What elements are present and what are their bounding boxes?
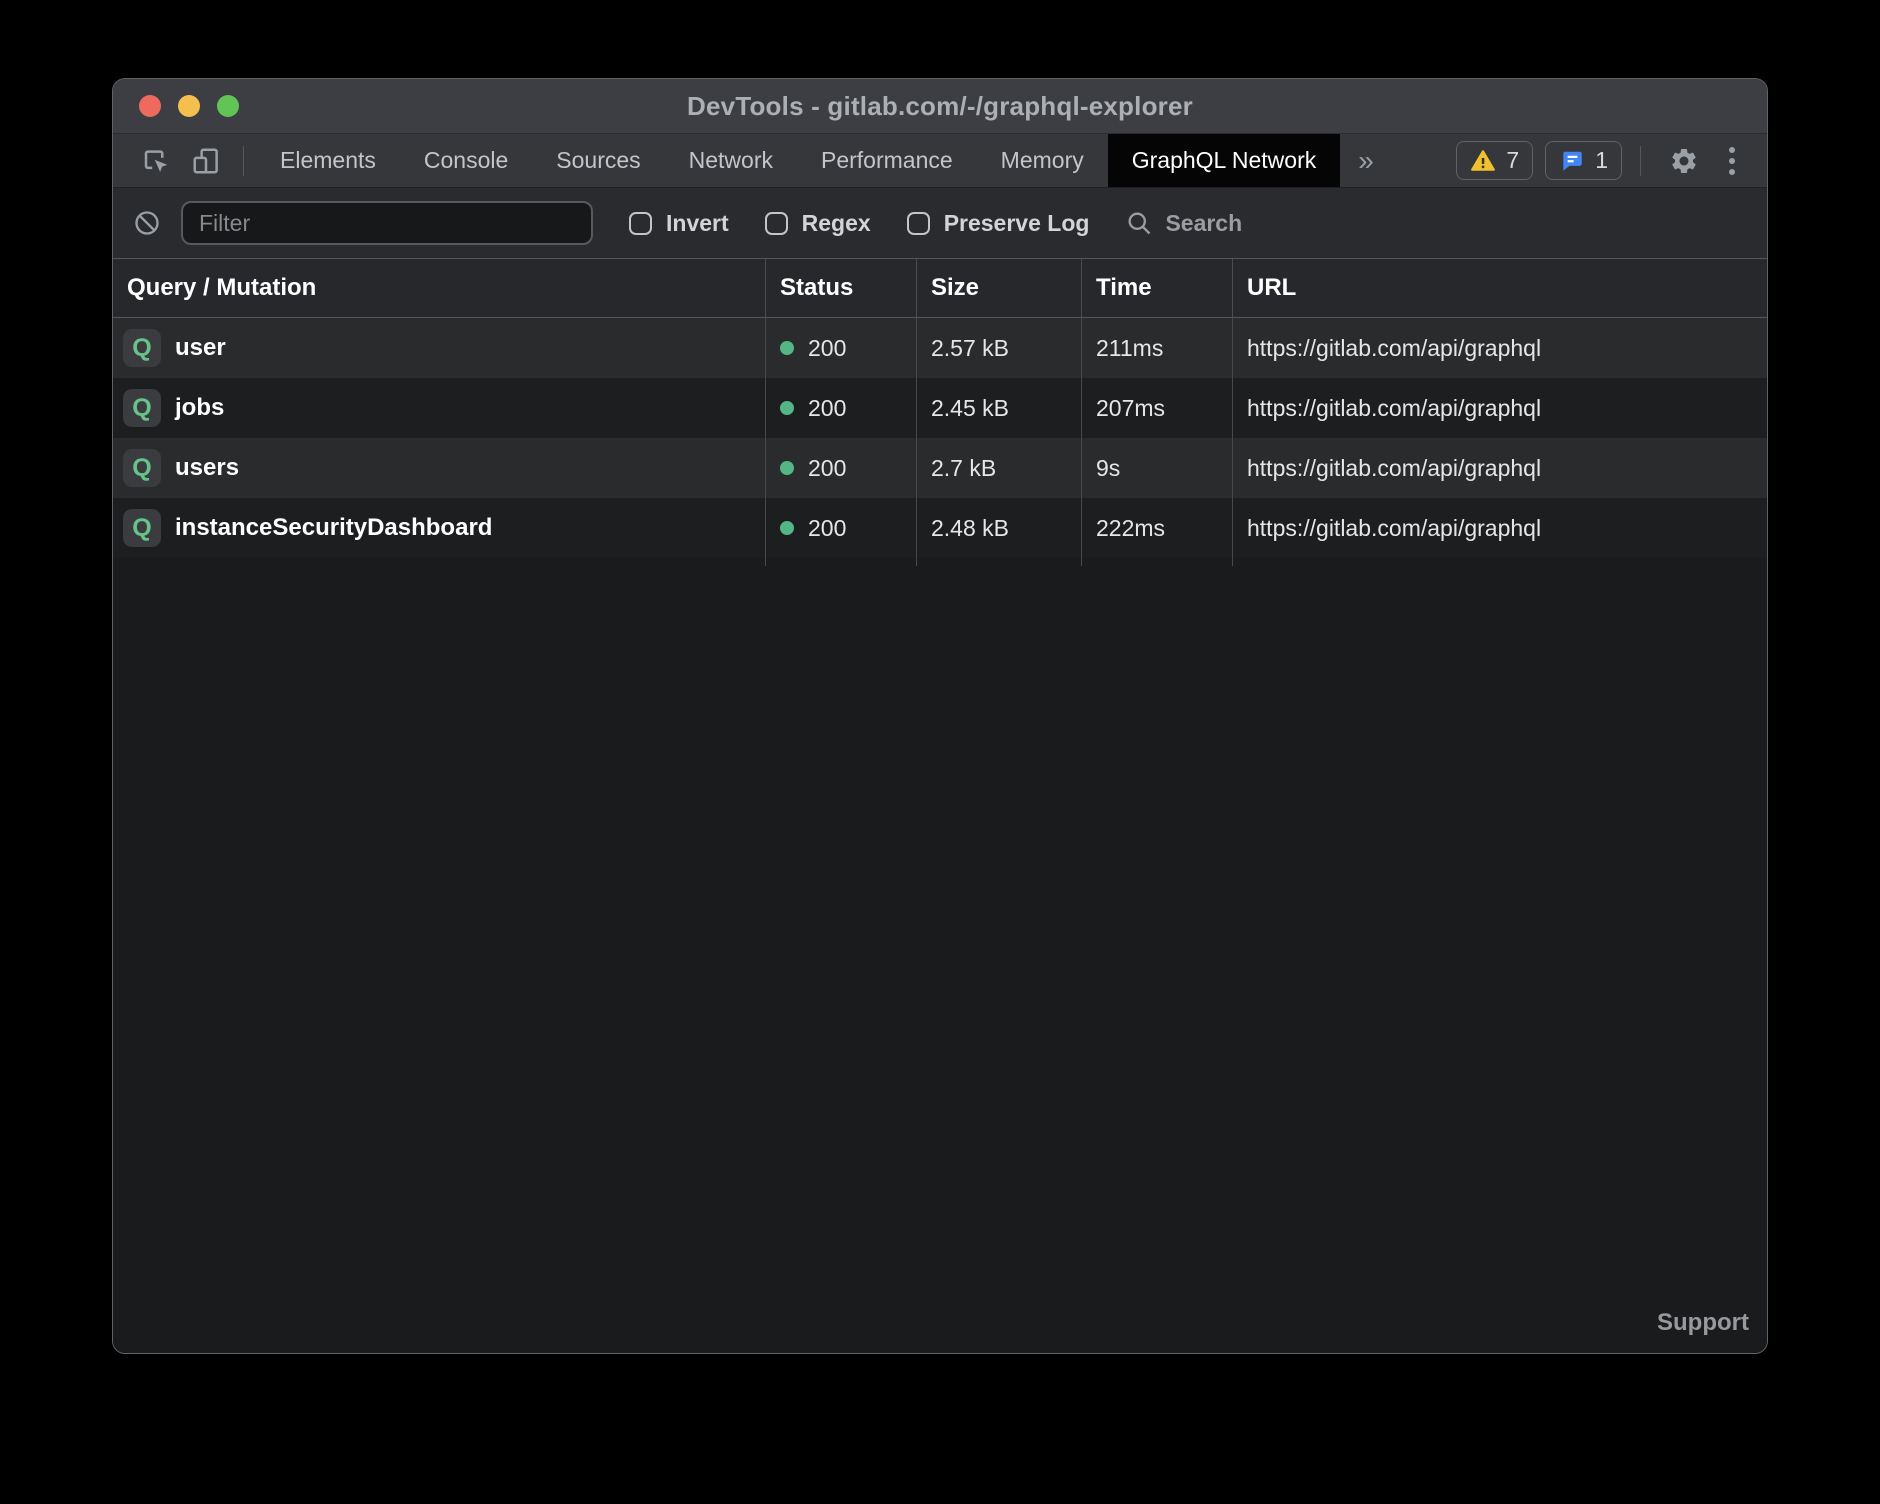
tab-console[interactable]: Console bbox=[400, 134, 532, 187]
query-name: jobs bbox=[175, 394, 224, 422]
table-row[interactable]: Q user 200 2.57 kB 211ms https://gitlab.… bbox=[113, 318, 1767, 378]
size-value: 2.48 kB bbox=[917, 498, 1082, 558]
warnings-count: 7 bbox=[1506, 147, 1519, 174]
query-type-badge: Q bbox=[123, 389, 161, 427]
invert-label: Invert bbox=[666, 210, 729, 237]
query-name: instanceSecurityDashboard bbox=[175, 514, 492, 542]
close-button[interactable] bbox=[139, 95, 161, 117]
time-value: 9s bbox=[1082, 438, 1233, 498]
status-ok-dot bbox=[780, 521, 794, 535]
clear-log-button[interactable] bbox=[133, 209, 161, 237]
column-header-status[interactable]: Status bbox=[766, 259, 917, 317]
regex-label: Regex bbox=[802, 210, 871, 237]
settings-button[interactable] bbox=[1659, 146, 1709, 176]
warnings-badge[interactable]: 7 bbox=[1456, 141, 1533, 180]
url-value: https://gitlab.com/api/graphql bbox=[1233, 498, 1767, 558]
status-code: 200 bbox=[808, 395, 846, 422]
table-header: Query / Mutation Status Size Time URL bbox=[113, 258, 1767, 318]
size-value: 2.7 kB bbox=[917, 438, 1082, 498]
size-value: 2.45 kB bbox=[917, 378, 1082, 438]
issues-badge[interactable]: 1 bbox=[1545, 141, 1622, 180]
tab-performance[interactable]: Performance bbox=[797, 134, 977, 187]
status-code: 200 bbox=[808, 455, 846, 482]
inspect-cursor-icon bbox=[141, 146, 171, 176]
column-header-size[interactable]: Size bbox=[917, 259, 1082, 317]
preserve-log-label: Preserve Log bbox=[944, 210, 1090, 237]
tab-network[interactable]: Network bbox=[665, 134, 797, 187]
inspect-element-button[interactable] bbox=[131, 134, 181, 187]
devtools-tab-bar: Elements Console Sources Network Perform… bbox=[113, 134, 1767, 187]
query-type-badge: Q bbox=[123, 449, 161, 487]
time-value: 211ms bbox=[1082, 318, 1233, 378]
support-link[interactable]: Support bbox=[1657, 1309, 1749, 1337]
toolbar-divider bbox=[243, 146, 244, 176]
network-filter-toolbar: Invert Regex Preserve Log Search bbox=[113, 187, 1767, 258]
query-type-badge: Q bbox=[123, 329, 161, 367]
warning-triangle-icon bbox=[1470, 148, 1496, 174]
search-button[interactable]: Search bbox=[1125, 209, 1242, 237]
time-value: 222ms bbox=[1082, 498, 1233, 558]
issues-count: 1 bbox=[1595, 147, 1608, 174]
table-body: Q user 200 2.57 kB 211ms https://gitlab.… bbox=[113, 318, 1767, 1353]
zoom-button[interactable] bbox=[217, 95, 239, 117]
more-tabs-button[interactable]: » bbox=[1340, 134, 1392, 187]
size-value: 2.57 kB bbox=[917, 318, 1082, 378]
minimize-button[interactable] bbox=[178, 95, 200, 117]
title-bar: DevTools - gitlab.com/-/graphql-explorer bbox=[113, 79, 1767, 134]
kebab-dot bbox=[1729, 147, 1735, 153]
query-type-letter: Q bbox=[132, 514, 151, 543]
url-value: https://gitlab.com/api/graphql bbox=[1233, 378, 1767, 438]
time-value: 207ms bbox=[1082, 378, 1233, 438]
filter-input[interactable] bbox=[181, 201, 593, 245]
query-type-letter: Q bbox=[132, 454, 151, 483]
kebab-dot bbox=[1729, 169, 1735, 175]
url-value: https://gitlab.com/api/graphql bbox=[1233, 438, 1767, 498]
url-value: https://gitlab.com/api/graphql bbox=[1233, 318, 1767, 378]
device-toolbar-button[interactable] bbox=[181, 134, 231, 187]
status-ok-dot bbox=[780, 401, 794, 415]
query-type-letter: Q bbox=[132, 394, 151, 423]
status-ok-dot bbox=[780, 461, 794, 475]
tab-sources[interactable]: Sources bbox=[532, 134, 664, 187]
device-toolbar-icon bbox=[191, 146, 221, 176]
devtools-window: DevTools - gitlab.com/-/graphql-explorer… bbox=[112, 78, 1768, 1354]
search-label: Search bbox=[1165, 210, 1242, 237]
window-title: DevTools - gitlab.com/-/graphql-explorer bbox=[687, 91, 1193, 122]
query-type-letter: Q bbox=[132, 334, 151, 363]
table-row[interactable]: Q instanceSecurityDashboard 200 2.48 kB … bbox=[113, 498, 1767, 558]
status-code: 200 bbox=[808, 335, 846, 362]
regex-checkbox[interactable] bbox=[765, 212, 788, 235]
column-divider-stub bbox=[113, 558, 1767, 566]
tab-elements[interactable]: Elements bbox=[256, 134, 400, 187]
invert-checkbox[interactable] bbox=[629, 212, 652, 235]
status-code: 200 bbox=[808, 515, 846, 542]
table-row[interactable]: Q users 200 2.7 kB 9s https://gitlab.com… bbox=[113, 438, 1767, 498]
preserve-log-checkbox[interactable] bbox=[907, 212, 930, 235]
issues-chat-icon bbox=[1559, 148, 1585, 174]
column-header-url[interactable]: URL bbox=[1233, 259, 1767, 317]
tab-graphql-network[interactable]: GraphQL Network bbox=[1108, 134, 1341, 187]
column-header-time[interactable]: Time bbox=[1082, 259, 1233, 317]
kebab-dot bbox=[1729, 158, 1735, 164]
block-icon bbox=[133, 209, 161, 237]
query-name: user bbox=[175, 334, 226, 362]
window-controls bbox=[139, 79, 239, 133]
toolbar-divider bbox=[1640, 146, 1641, 176]
gear-icon bbox=[1669, 146, 1699, 176]
search-icon bbox=[1125, 209, 1153, 237]
more-options-button[interactable] bbox=[1721, 147, 1743, 175]
query-name: users bbox=[175, 454, 239, 482]
query-type-badge: Q bbox=[123, 509, 161, 547]
tab-memory[interactable]: Memory bbox=[977, 134, 1108, 187]
status-ok-dot bbox=[780, 341, 794, 355]
table-row[interactable]: Q jobs 200 2.45 kB 207ms https://gitlab.… bbox=[113, 378, 1767, 438]
table-rows: Q user 200 2.57 kB 211ms https://gitlab.… bbox=[113, 318, 1767, 558]
column-header-query-mutation[interactable]: Query / Mutation bbox=[113, 259, 766, 317]
